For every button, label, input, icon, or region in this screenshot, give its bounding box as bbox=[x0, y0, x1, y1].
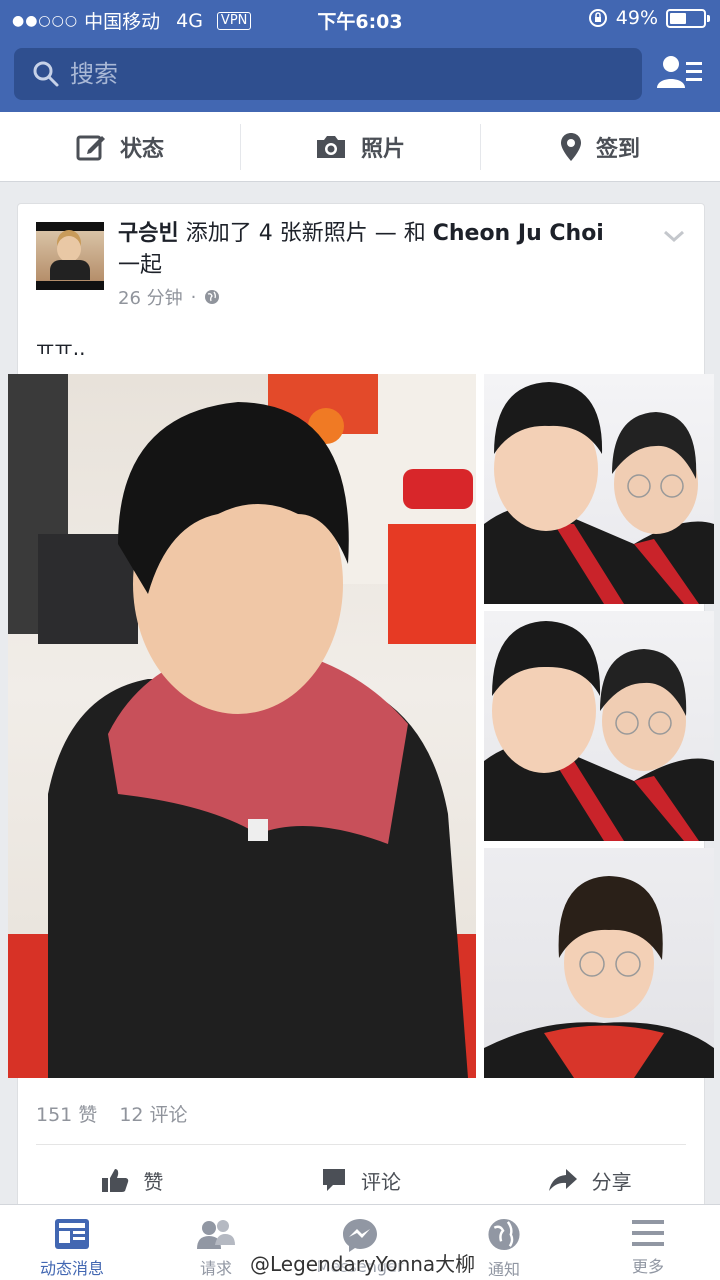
edit-icon bbox=[76, 135, 105, 160]
post-action: 添加了 4 张新照片 — 和 bbox=[185, 221, 426, 246]
status-bar: ●●○○○ 中国移动 4G VPN 下午6:03 49% bbox=[0, 0, 720, 36]
comment-count[interactable]: 12 评论 bbox=[119, 1100, 187, 1127]
post-stats: 151 赞 12 评论 bbox=[36, 1100, 188, 1127]
tab-label: 通知 bbox=[487, 1260, 520, 1279]
globe-notifications-icon bbox=[488, 1218, 520, 1251]
news-feed-icon bbox=[55, 1219, 89, 1249]
photo-3[interactable] bbox=[484, 611, 714, 841]
comment-label: 评论 bbox=[361, 1169, 401, 1194]
like-label: 赞 bbox=[143, 1169, 164, 1194]
friends-icon bbox=[197, 1220, 235, 1249]
camera-icon bbox=[316, 135, 345, 158]
search-bar[interactable] bbox=[14, 48, 642, 100]
post-actions: 赞 评论 分享 bbox=[18, 1156, 704, 1204]
photo-label: 照片 bbox=[360, 136, 405, 162]
status-button[interactable]: 状态 bbox=[0, 112, 240, 181]
menu-icon bbox=[632, 1220, 664, 1246]
post-text: ㅠㅠ.. bbox=[36, 336, 86, 360]
orientation-lock-icon bbox=[588, 9, 607, 27]
battery-fill bbox=[670, 12, 686, 24]
globe-icon bbox=[205, 290, 220, 304]
composer-bar: 状态 照片 签到 bbox=[0, 112, 720, 182]
battery-icon bbox=[666, 8, 710, 28]
photo-2-image bbox=[484, 382, 714, 604]
comment-icon bbox=[323, 1169, 345, 1191]
checkin-button[interactable]: 签到 bbox=[480, 112, 720, 181]
tab-label: 动态消息 bbox=[39, 1259, 104, 1278]
author-name[interactable]: 구승빈 bbox=[118, 221, 179, 246]
divider bbox=[36, 1144, 686, 1145]
tab-more[interactable]: 更多 bbox=[576, 1205, 720, 1280]
battery-percent: 49% bbox=[615, 7, 658, 29]
photo-grid bbox=[8, 374, 714, 1078]
photo-main-image bbox=[8, 374, 476, 1078]
search-icon bbox=[33, 61, 59, 87]
share-button[interactable]: 分享 bbox=[475, 1156, 704, 1204]
status-label: 状态 bbox=[119, 136, 164, 162]
like-button[interactable]: 赞 bbox=[18, 1156, 247, 1204]
chevron-down-icon[interactable] bbox=[662, 228, 686, 244]
tagged-user[interactable]: Cheon Ju Choi bbox=[433, 221, 604, 246]
meta-separator: · bbox=[190, 286, 197, 308]
post-action-end: 一起 bbox=[118, 253, 163, 278]
comment-button[interactable]: 评论 bbox=[247, 1156, 476, 1204]
photo-3-image bbox=[484, 621, 714, 841]
photo-main[interactable] bbox=[8, 374, 476, 1078]
post-meta: 26 分钟 · bbox=[118, 284, 220, 310]
post-card: 구승빈 添加了 4 张新照片 — 和 Cheon Ju Choi 一起 26 分… bbox=[8, 204, 714, 1214]
tab-label: 请求 bbox=[199, 1259, 232, 1278]
post-time[interactable]: 26 分钟 bbox=[118, 284, 183, 310]
top-bar: ●●○○○ 中国移动 4G VPN 下午6:03 49% bbox=[0, 0, 720, 112]
photo-button[interactable]: 照片 bbox=[240, 112, 480, 181]
like-count[interactable]: 151 赞 bbox=[36, 1100, 97, 1127]
checkin-label: 签到 bbox=[595, 136, 640, 162]
search-input[interactable] bbox=[70, 56, 620, 92]
share-label: 分享 bbox=[591, 1169, 632, 1194]
location-pin-icon bbox=[560, 132, 581, 161]
post-header: 구승빈 添加了 4 张新照片 — 和 Cheon Ju Choi 一起 bbox=[118, 218, 638, 282]
tab-news-feed[interactable]: 动态消息 bbox=[0, 1205, 144, 1280]
photo-2[interactable] bbox=[484, 374, 714, 604]
watermark: @LegendaryYonna大柳 bbox=[250, 1252, 476, 1276]
photo-4-image bbox=[484, 876, 714, 1078]
tab-label: 更多 bbox=[631, 1257, 664, 1276]
photo-4[interactable] bbox=[484, 848, 714, 1078]
thumbs-up-icon bbox=[102, 1169, 129, 1192]
avatar[interactable] bbox=[36, 222, 104, 290]
share-icon bbox=[548, 1169, 577, 1191]
friend-requests-icon[interactable] bbox=[654, 52, 704, 96]
